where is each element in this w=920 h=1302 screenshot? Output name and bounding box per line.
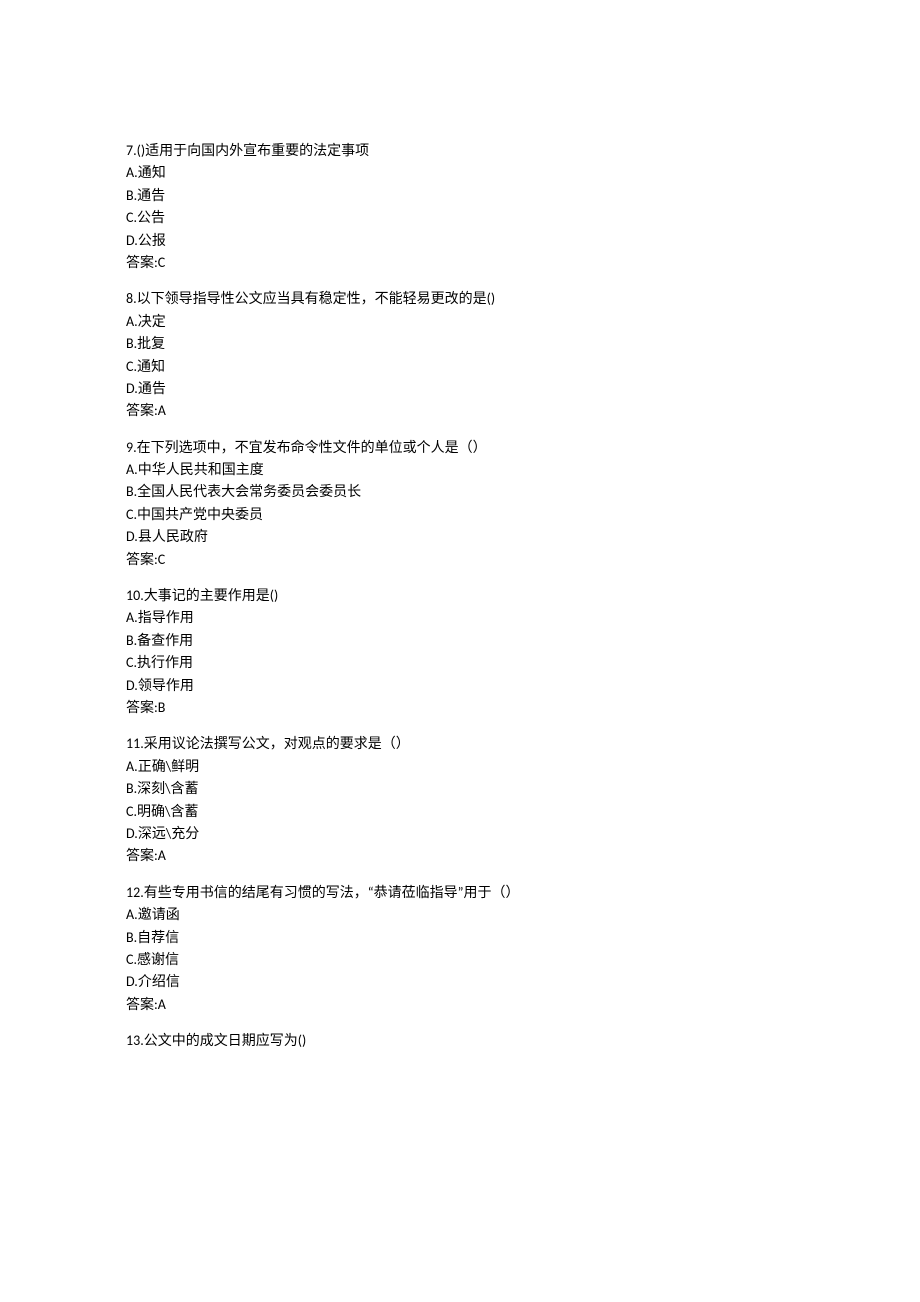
question-stem: 13.公文中的成文日期应写为() bbox=[126, 1030, 794, 1052]
question-answer: 答案:C bbox=[126, 549, 794, 571]
question-option: D.领导作用 bbox=[126, 675, 794, 697]
question-option: C.明确\含蓄 bbox=[126, 801, 794, 823]
question-option: A.正确\鲜明 bbox=[126, 756, 794, 778]
question-option: D.公报 bbox=[126, 230, 794, 252]
question-13: 13.公文中的成文日期应写为() bbox=[126, 1030, 794, 1052]
question-option: B.通告 bbox=[126, 185, 794, 207]
question-option: B.备查作用 bbox=[126, 630, 794, 652]
question-8: 8.以下领导指导性公文应当具有稳定性，不能轻易更改的是() A.决定 B.批复 … bbox=[126, 288, 794, 422]
question-answer: 答案:A bbox=[126, 400, 794, 422]
question-option: B.自荐信 bbox=[126, 927, 794, 949]
question-option: A.决定 bbox=[126, 311, 794, 333]
question-option: B.全国人民代表大会常务委员会委员长 bbox=[126, 481, 794, 503]
question-option: A.邀请函 bbox=[126, 904, 794, 926]
question-stem: 10.大事记的主要作用是() bbox=[126, 585, 794, 607]
question-10: 10.大事记的主要作用是() A.指导作用 B.备查作用 C.执行作用 D.领导… bbox=[126, 585, 794, 719]
question-answer: 答案:C bbox=[126, 252, 794, 274]
question-answer: 答案:B bbox=[126, 697, 794, 719]
question-option: C.公告 bbox=[126, 207, 794, 229]
question-option: D.通告 bbox=[126, 378, 794, 400]
question-option: D.深远\充分 bbox=[126, 823, 794, 845]
question-option: D.县人民政府 bbox=[126, 526, 794, 548]
question-option: B.深刻\含蓄 bbox=[126, 778, 794, 800]
document-page: 7.()适用于向国内外宣布重要的法定事项 A.通知 B.通告 C.公告 D.公报… bbox=[0, 0, 920, 1106]
question-stem: 9.在下列选项中，不宜发布命令性文件的单位或个人是（） bbox=[126, 437, 794, 459]
question-9: 9.在下列选项中，不宜发布命令性文件的单位或个人是（） A.中华人民共和国主度 … bbox=[126, 437, 794, 571]
question-option: C.中国共产党中央委员 bbox=[126, 504, 794, 526]
question-option: C.感谢信 bbox=[126, 949, 794, 971]
question-answer: 答案:A bbox=[126, 845, 794, 867]
question-option: D.介绍信 bbox=[126, 971, 794, 993]
question-option: A.中华人民共和国主度 bbox=[126, 459, 794, 481]
question-stem: 11.采用议论法撰写公文，对观点的要求是（） bbox=[126, 733, 794, 755]
question-option: C.执行作用 bbox=[126, 652, 794, 674]
question-stem: 12.有些专用书信的结尾有习惯的写法，“恭请莅临指导”用于（） bbox=[126, 882, 794, 904]
question-11: 11.采用议论法撰写公文，对观点的要求是（） A.正确\鲜明 B.深刻\含蓄 C… bbox=[126, 733, 794, 867]
question-7: 7.()适用于向国内外宣布重要的法定事项 A.通知 B.通告 C.公告 D.公报… bbox=[126, 140, 794, 274]
question-option: B.批复 bbox=[126, 333, 794, 355]
question-option: A.通知 bbox=[126, 162, 794, 184]
question-stem: 7.()适用于向国内外宣布重要的法定事项 bbox=[126, 140, 794, 162]
question-option: A.指导作用 bbox=[126, 607, 794, 629]
question-answer: 答案:A bbox=[126, 994, 794, 1016]
question-12: 12.有些专用书信的结尾有习惯的写法，“恭请莅临指导”用于（） A.邀请函 B.… bbox=[126, 882, 794, 1016]
question-stem: 8.以下领导指导性公文应当具有稳定性，不能轻易更改的是() bbox=[126, 288, 794, 310]
question-option: C.通知 bbox=[126, 356, 794, 378]
